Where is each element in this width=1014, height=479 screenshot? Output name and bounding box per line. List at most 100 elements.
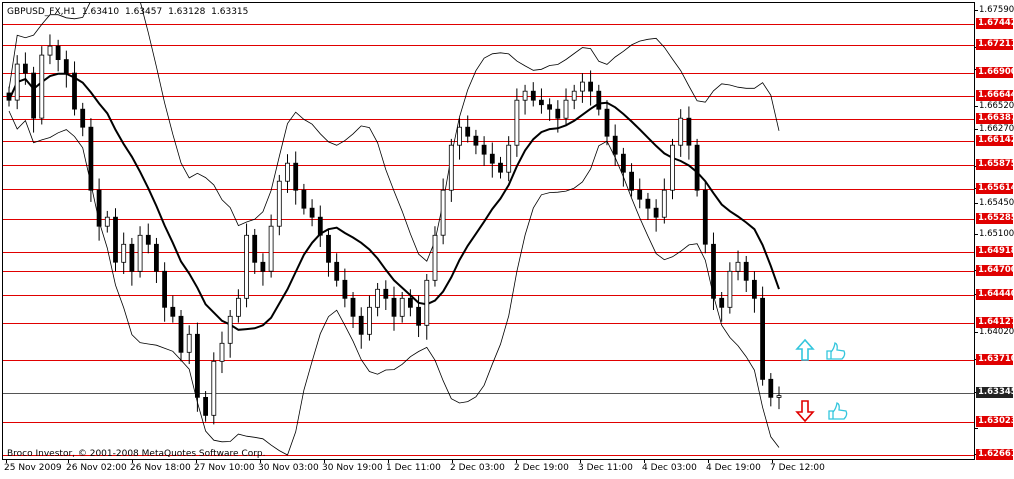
chart-plot-area[interactable]: GBPUSD_FX,H1 1.63410 1.63457 1.63128 1.6… <box>2 2 975 460</box>
candle-body <box>752 279 757 299</box>
time-tick-label: 26 Nov 02:00 <box>66 463 127 473</box>
candle-body <box>104 216 110 227</box>
candle-body <box>506 144 512 173</box>
price-axis[interactable]: 1.675901.671801.669301.665201.662701.658… <box>975 0 1014 460</box>
price-tick-label: 1.65450 <box>979 198 1014 208</box>
price-tick-mark <box>975 234 978 235</box>
time-tick-label: 30 Nov 19:00 <box>322 463 383 473</box>
candle-body <box>416 306 422 326</box>
candle-body <box>244 234 250 299</box>
bollinger-lower-band <box>8 110 780 456</box>
time-tick-label: 2 Dec 03:00 <box>450 463 505 473</box>
level-price-label: 1.64440 <box>976 289 1014 300</box>
level-price-label: 1.66644 <box>976 90 1014 101</box>
candle-body <box>170 306 176 317</box>
level-price-label: 1.64127 <box>976 317 1014 328</box>
level-price-label: 1.65285 <box>976 213 1014 224</box>
candle-body <box>555 108 561 119</box>
bollinger-upper-band <box>8 3 780 262</box>
candle-body <box>498 162 503 173</box>
candle-body <box>760 297 765 380</box>
time-axis[interactable]: 25 Nov 2009 26 Nov 02:00 26 Nov 18:00 27 No… <box>0 460 975 479</box>
candle-body <box>489 153 495 164</box>
price-tick-mark <box>975 203 978 204</box>
low-value: 1.63128 <box>168 7 206 17</box>
level-price-label: 1.64918 <box>976 246 1014 257</box>
price-tick-mark <box>975 10 978 11</box>
candle-body <box>702 189 708 245</box>
candle-body <box>563 99 569 119</box>
candle-body <box>6 92 12 101</box>
price-tick-label: 1.64020 <box>979 327 1014 337</box>
candle-body <box>39 54 45 119</box>
candle-body <box>399 297 405 317</box>
candle-body <box>481 144 487 155</box>
close-value: 1.63315 <box>211 7 249 17</box>
candle-body <box>440 189 446 236</box>
candle-body <box>424 279 430 326</box>
candle-body <box>612 135 618 155</box>
candle-body <box>653 207 659 218</box>
time-tick-label: 4 Dec 03:00 <box>642 463 697 473</box>
price-tick-label: 1.66270 <box>979 124 1014 134</box>
candle-body <box>407 297 413 308</box>
candle-body <box>260 261 266 272</box>
time-tick-label: 25 Nov 2009 <box>4 463 62 473</box>
price-tick-mark <box>975 428 978 429</box>
chart-header: GBPUSD_FX,H1 1.63410 1.63457 1.63128 1.6… <box>7 7 251 17</box>
level-price-label: 1.63023 <box>976 416 1014 427</box>
candle-body <box>637 189 643 200</box>
chart-window[interactable]: GBPUSD_FX,H1 1.63410 1.63457 1.63128 1.6… <box>0 0 1014 479</box>
candle-body <box>661 189 667 218</box>
candle-body <box>366 306 372 335</box>
candle-body <box>145 234 151 245</box>
candle-body <box>719 297 725 308</box>
candle-body <box>727 270 733 308</box>
candle-body <box>596 90 602 110</box>
copyright-text: Broco Investor, © 2001-2008 MetaQuotes S… <box>7 449 266 459</box>
price-tick-label: 1.65100 <box>979 229 1014 239</box>
candle-body <box>186 333 192 353</box>
candle-body <box>113 216 118 263</box>
chart-svg <box>3 3 974 456</box>
candle-body <box>47 45 53 56</box>
candle-body <box>743 261 749 281</box>
candle-body <box>96 189 102 227</box>
candle-body <box>211 360 217 416</box>
candle-body <box>621 153 626 173</box>
candle-body <box>391 297 397 317</box>
level-price-label: 1.66900 <box>976 67 1014 78</box>
candle-body <box>670 144 675 191</box>
candle-body <box>276 180 282 227</box>
candle-body <box>358 315 364 335</box>
candle-body <box>317 216 323 236</box>
candle-body <box>547 104 552 110</box>
candle-body <box>31 72 37 119</box>
time-tick-label: 1 Dec 11:00 <box>386 463 441 473</box>
candle-body <box>252 234 258 263</box>
candle-body <box>694 144 700 191</box>
candle-body <box>137 234 143 272</box>
symbol-label: GBPUSD_FX,H1 <box>7 7 77 17</box>
time-tick-label: 30 Nov 03:00 <box>258 463 319 473</box>
candle-body <box>678 117 684 146</box>
candle-body <box>686 117 692 146</box>
level-price-label: 1.67211 <box>976 39 1014 50</box>
candle-body <box>14 63 20 101</box>
candle-body <box>219 342 225 362</box>
level-price-label: 1.62661 <box>976 449 1014 460</box>
time-tick-label: 2 Dec 19:00 <box>514 463 569 473</box>
candle-body <box>178 315 184 353</box>
candle-body <box>203 396 209 416</box>
candle-body <box>350 297 356 317</box>
candle-body <box>235 297 241 317</box>
level-price-label: 1.66142 <box>976 135 1014 146</box>
candle-body <box>22 63 28 74</box>
candle-body <box>55 45 61 60</box>
candle-body <box>375 288 381 308</box>
price-tick-mark <box>975 332 978 333</box>
price-tick-label: 1.67590 <box>979 5 1014 15</box>
candle-body <box>121 243 127 263</box>
candle-body <box>539 99 544 106</box>
candle-body <box>448 144 454 191</box>
